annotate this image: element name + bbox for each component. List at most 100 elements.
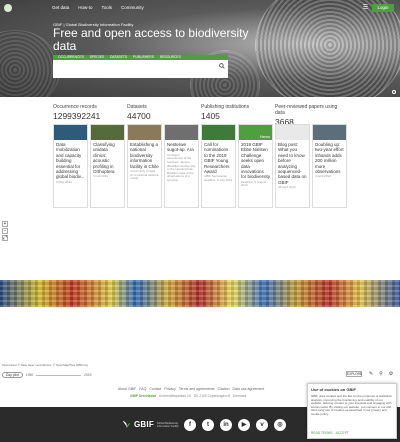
- news-card[interactable]: Establishing a national biodiversity inf…: [127, 124, 162, 208]
- hero-background-image: [255, 0, 400, 97]
- news-card[interactable]: Doubling up: two-year effort inhands add…: [312, 124, 347, 208]
- occurrence-density-layer: [0, 280, 400, 307]
- card-meta: Deadline: 5 August 2019: [241, 179, 267, 188]
- card-thumbnail: [313, 125, 346, 140]
- style-icon[interactable]: ✎: [368, 371, 374, 377]
- time-slider[interactable]: [36, 374, 82, 376]
- footer-link[interactable]: About GBIF: [118, 387, 136, 391]
- link-about-portal[interactable]: ABOUT THE GBIF DATA PORTAL: [90, 72, 143, 76]
- search-icon[interactable]: [219, 63, 225, 69]
- stat-value: 1299392241: [53, 111, 101, 121]
- accept-button[interactable]: ACCEPT: [336, 431, 349, 435]
- card-meta: GBIF Secretariat, deadline: 9 July 2019: [204, 174, 233, 183]
- logo-wordmark: GBIF: [134, 420, 154, 429]
- card-title: Call for nominations to the 2019 GBIF Yo…: [204, 142, 230, 175]
- hero-links: WHAT IS GBIF? ABOUT THE GBIF DATA PORTAL: [53, 72, 144, 76]
- hero-banner: Get data How-to Tools Community ☰ Login …: [0, 0, 400, 97]
- explore-button[interactable]: EXPLORE: [346, 371, 362, 377]
- map-attribution: Openstreet © base layer contributors, © …: [2, 363, 88, 367]
- cookie-body: GBIF uses cookies and the like for the p…: [311, 394, 392, 416]
- card-meta: Contigent assessment of the Southern Jac…: [167, 152, 196, 182]
- gbif-logo-icon[interactable]: [4, 4, 12, 12]
- page: Get data How-to Tools Community ☰ Login …: [0, 0, 400, 442]
- card-meta: 4 April 2019: [315, 174, 331, 179]
- map-zoom-controls: + − ⤢: [2, 221, 8, 242]
- card-meta: 26 April 2019: [278, 185, 296, 190]
- cookie-title: Use of cookies on GBIF: [311, 387, 356, 392]
- facebook-icon[interactable]: f: [184, 419, 196, 431]
- photo-credit-icon[interactable]: [392, 90, 396, 94]
- footer-address-line: Denmark: [233, 394, 247, 398]
- footer-org-name: GBIF Secretariat: [130, 394, 156, 398]
- footer-link[interactable]: Data use agreement: [233, 387, 265, 391]
- time-filter: Day pilot 1950 2019: [2, 372, 92, 378]
- footer-links: About GBIF FAQ Contact Privacy Terms and agr…: [118, 387, 288, 391]
- time-start: 1950: [25, 373, 34, 377]
- linkedin-icon[interactable]: in: [220, 419, 232, 431]
- logo-subtitle: Global Biodiversity Information Facility: [156, 421, 179, 428]
- card-title: Classifying unidata clinics: acoustic pr…: [93, 142, 115, 175]
- time-end: 2019: [84, 373, 92, 377]
- nav-item-tools[interactable]: Tools: [102, 5, 113, 10]
- youtube-icon[interactable]: ▶: [238, 419, 250, 431]
- footer-logo[interactable]: GBIF Global Biodiversity Information Fac…: [122, 420, 179, 429]
- news-card[interactable]: Data mobilization and capacity building …: [53, 124, 88, 208]
- stat-label: Peer-reviewed papers using data: [275, 104, 338, 116]
- card-thumbnail: [202, 125, 235, 140]
- card-title: Blog post: What you need to know before …: [278, 142, 307, 185]
- news-card[interactable]: Nesterwe sugot-ap. Ara Contigent assessme…: [164, 124, 199, 208]
- stat-value: 44700: [127, 111, 151, 121]
- card-thumbnail: [91, 125, 124, 140]
- twitter-icon[interactable]: t: [202, 419, 214, 431]
- search-widget: OCCURRENCES SPECIES DATASETS PUBLISHERS …: [53, 55, 228, 78]
- footer-link[interactable]: Terms and agreements: [179, 387, 215, 391]
- menu-icon[interactable]: ☰: [361, 5, 370, 12]
- read-terms-link[interactable]: READ TERMS: [311, 431, 333, 435]
- zoom-in-button[interactable]: +: [2, 221, 8, 227]
- footer-address-line: DK-2100 Copenhagen Ø: [193, 394, 231, 398]
- card-meta: 5 Feb 2019: [93, 174, 109, 179]
- stat-label: Datasets: [127, 104, 147, 110]
- instagram-icon[interactable]: ◎: [274, 419, 286, 431]
- main-nav: Get data How-to Tools Community: [52, 5, 144, 10]
- card-thumbnail: [128, 125, 161, 140]
- news-card[interactable]: Blog post: What you need to know before …: [275, 124, 310, 208]
- nav-item-get-data[interactable]: Get data: [52, 5, 69, 10]
- card-title: Establishing a national biodiversity inf…: [130, 142, 159, 169]
- footer-address: GBIF Secretariat Universitetsparken 15 DK-…: [130, 394, 246, 398]
- card-thumbnail: News: [239, 125, 272, 140]
- card-title: Doubling up: two-year effort inhands add…: [315, 142, 344, 175]
- card-title: Nesterwe sugot-ap. Ara: [167, 142, 194, 153]
- nav-item-how-to[interactable]: How-to: [78, 5, 92, 10]
- time-play-button[interactable]: Day pilot: [2, 372, 23, 378]
- news-cards: Data mobilization and capacity building …: [53, 124, 348, 208]
- card-thumbnail: [54, 125, 87, 140]
- news-card[interactable]: Classifying unidata clinics: acoustic pr…: [90, 124, 125, 208]
- news-card[interactable]: News 2019 GBIF Ebbe Nielsen Challenge see…: [238, 124, 273, 208]
- footer-link[interactable]: Contact: [149, 387, 161, 391]
- news-card[interactable]: Call for nominations to the 2019 GBIF Yo…: [201, 124, 236, 208]
- nav-item-community[interactable]: Community: [121, 5, 144, 10]
- fullscreen-button[interactable]: ⤢: [2, 235, 8, 241]
- page-title: Free and open access to biodiversity dat…: [53, 26, 249, 53]
- top-navigation: Get data How-to Tools Community ☰ Login: [0, 4, 400, 13]
- stat-value: 1405: [201, 111, 220, 121]
- card-badge: News: [259, 134, 270, 139]
- card-title: 2019 GBIF Ebbe Nielsen Challenge seeks o…: [241, 142, 271, 180]
- card-thumbnail: [165, 125, 198, 140]
- settings-icon[interactable]: ⚙: [388, 371, 394, 377]
- cookie-banner: Use of cookies on GBIF GBIF uses cookies…: [307, 383, 397, 439]
- login-button[interactable]: Login: [372, 4, 394, 12]
- gbif-logo-icon: [122, 420, 131, 429]
- filter-icon[interactable]: ⚲: [378, 371, 384, 377]
- vimeo-icon[interactable]: v: [256, 419, 268, 431]
- card-title: Data mobilization and capacity building …: [56, 142, 85, 180]
- card-meta: 2 May 2019: [56, 179, 72, 184]
- cookie-actions: READ TERMS ACCEPT: [311, 431, 349, 435]
- zoom-out-button[interactable]: −: [2, 228, 8, 234]
- stat-label: Publishing institutions: [201, 104, 250, 110]
- footer-link[interactable]: Privacy: [164, 387, 175, 391]
- footer-link[interactable]: FAQ: [139, 387, 146, 391]
- footer-link[interactable]: Citation: [218, 387, 230, 391]
- link-what-is-gbif[interactable]: WHAT IS GBIF?: [53, 72, 78, 76]
